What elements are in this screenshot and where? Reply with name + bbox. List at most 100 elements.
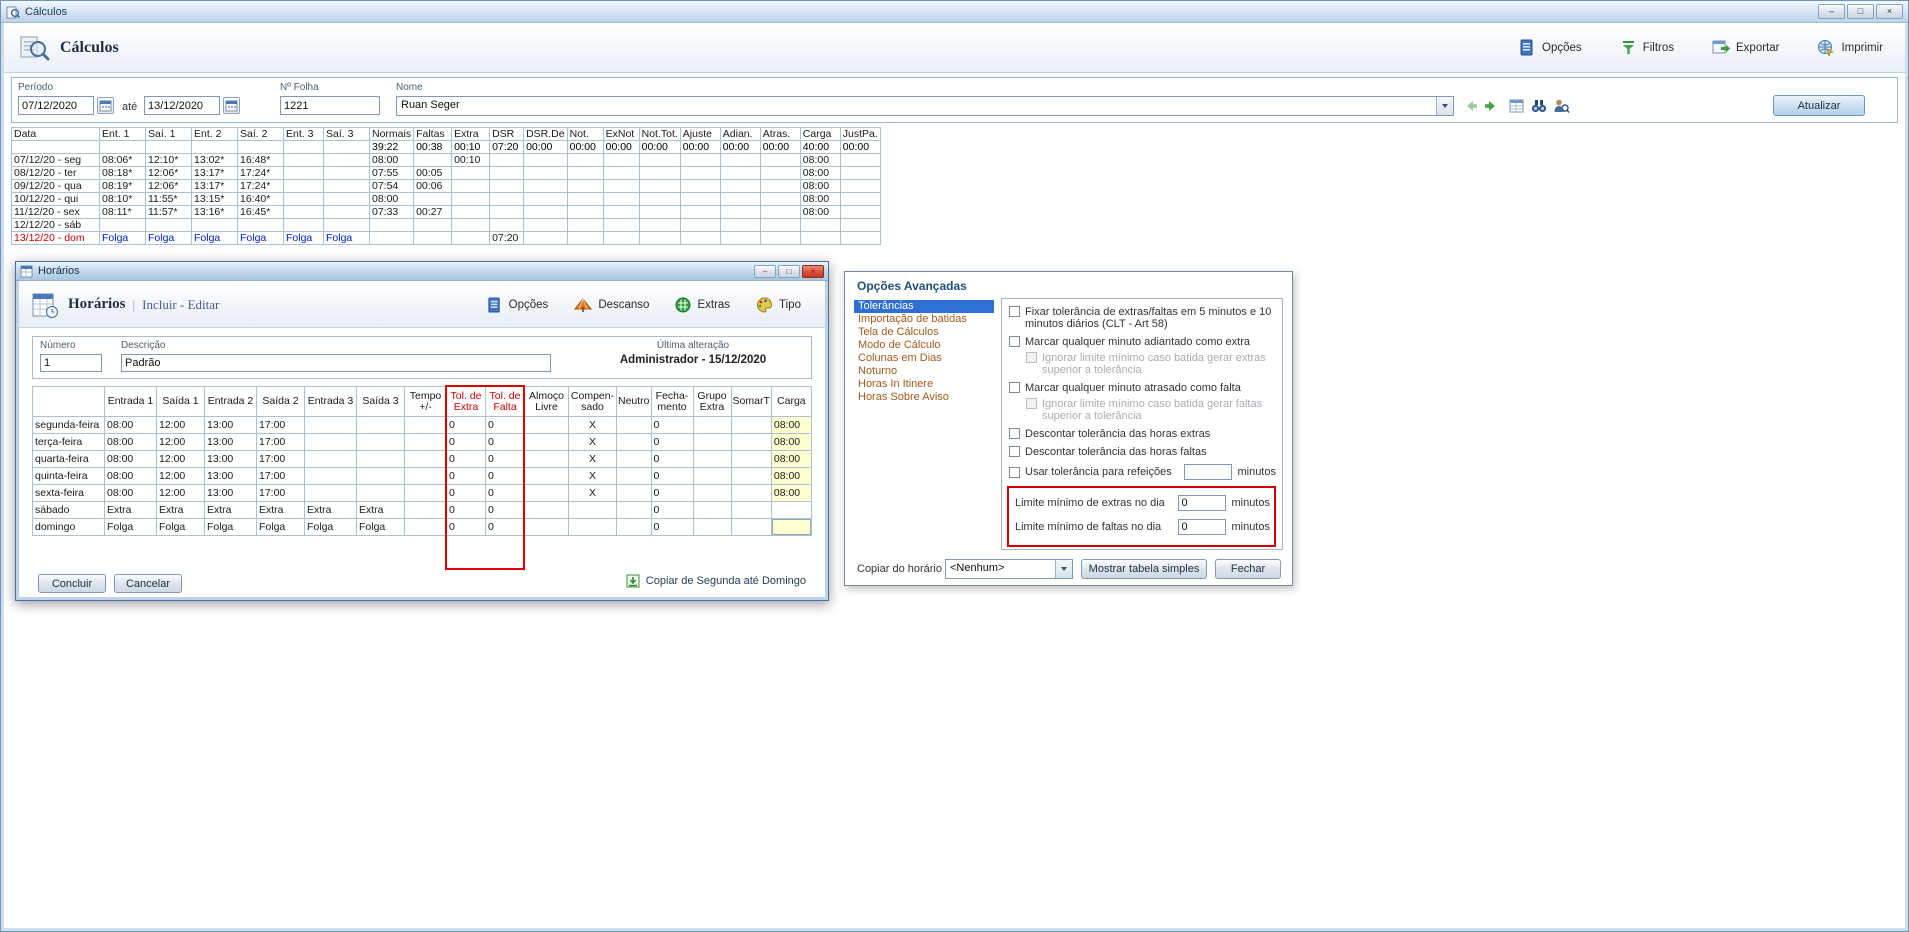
table-cell[interactable]: Extra — [305, 502, 357, 519]
table-cell[interactable]: 08:00 — [771, 468, 811, 485]
table-cell[interactable]: 09/12/20 - qua — [12, 180, 100, 193]
table-cell[interactable]: 08:00 — [105, 417, 157, 434]
table-cell[interactable] — [490, 206, 524, 219]
table-cell[interactable]: 08:06* — [100, 154, 146, 167]
table-cell[interactable]: 08:00 — [771, 485, 811, 502]
table-cell[interactable] — [524, 180, 568, 193]
table-cell[interactable]: 17:00 — [257, 485, 305, 502]
table-cell[interactable]: X — [569, 417, 617, 434]
table-cell[interactable]: 11/12/20 - sex — [12, 206, 100, 219]
table-cell[interactable]: 0 — [486, 417, 525, 434]
table-cell[interactable]: 12:10* — [146, 154, 192, 167]
table-cell[interactable]: 0 — [651, 468, 693, 485]
table-cell[interactable] — [693, 468, 731, 485]
table-cell[interactable]: sábado — [33, 502, 105, 519]
copiar-horario-combobox[interactable]: <Nenhum> — [945, 559, 1073, 579]
table-cell[interactable]: 08/12/20 - ter — [12, 167, 100, 180]
table-cell[interactable]: 0 — [486, 468, 525, 485]
table-cell[interactable] — [305, 468, 357, 485]
table-cell[interactable] — [680, 180, 720, 193]
table-cell[interactable]: 0 — [447, 451, 486, 468]
table-cell[interactable] — [720, 154, 760, 167]
table-cell[interactable] — [569, 502, 617, 519]
table-cell[interactable] — [567, 232, 603, 245]
table-cell[interactable]: 11:57* — [146, 206, 192, 219]
table-cell[interactable]: 17:00 — [257, 417, 305, 434]
table-cell[interactable]: 08:18* — [100, 167, 146, 180]
table-cell[interactable]: 17:24* — [238, 180, 284, 193]
table-cell[interactable] — [324, 180, 370, 193]
table-cell[interactable] — [840, 219, 880, 232]
table-cell[interactable] — [357, 434, 405, 451]
table-cell[interactable] — [840, 154, 880, 167]
table-cell[interactable] — [567, 154, 603, 167]
table-cell[interactable] — [414, 193, 452, 206]
table-cell[interactable] — [567, 219, 603, 232]
binoculars-icon[interactable] — [1530, 97, 1548, 115]
mostrar-tabela-button[interactable]: Mostrar tabela simples — [1081, 559, 1207, 579]
table-cell[interactable] — [731, 502, 771, 519]
table-cell[interactable] — [452, 232, 490, 245]
table-cell[interactable]: 13:17* — [192, 167, 238, 180]
nome-combobox[interactable]: Ruan Seger — [396, 96, 1454, 116]
table-cell[interactable] — [731, 519, 771, 536]
table-cell[interactable]: Folga — [305, 519, 357, 536]
table-cell[interactable]: 17:00 — [257, 451, 305, 468]
table-cell[interactable]: 0 — [447, 434, 486, 451]
table-cell[interactable]: 00:05 — [414, 167, 452, 180]
table-cell[interactable]: 08:00 — [800, 167, 840, 180]
table-cell[interactable]: 13:02* — [192, 154, 238, 167]
table-cell[interactable] — [603, 232, 639, 245]
table-cell[interactable] — [324, 141, 370, 154]
table-cell[interactable] — [639, 232, 680, 245]
table-cell[interactable] — [524, 206, 568, 219]
table-cell[interactable]: 08:00 — [771, 434, 811, 451]
table-cell[interactable]: segunda-feira — [33, 417, 105, 434]
table-cell[interactable]: 13/12/20 - dom — [12, 232, 100, 245]
table-cell[interactable]: Folga — [205, 519, 257, 536]
table-cell[interactable] — [100, 219, 146, 232]
table-cell[interactable]: 00:38 — [414, 141, 452, 154]
table-cell[interactable]: 07:54 — [370, 180, 414, 193]
table-cell[interactable] — [357, 451, 405, 468]
table-cell[interactable] — [760, 193, 800, 206]
table-cell[interactable] — [525, 485, 569, 502]
table-cell[interactable] — [405, 434, 447, 451]
type-button[interactable]: Tipo — [756, 297, 801, 313]
table-cell[interactable] — [452, 219, 490, 232]
table-cell[interactable]: 13:15* — [192, 193, 238, 206]
table-cell[interactable] — [525, 417, 569, 434]
table-cell[interactable] — [760, 232, 800, 245]
table-cell[interactable]: 13:00 — [205, 451, 257, 468]
table-cell[interactable] — [693, 502, 731, 519]
table-cell[interactable]: Folga — [192, 232, 238, 245]
table-cell[interactable]: Extra — [357, 502, 405, 519]
table-cell[interactable]: 0 — [651, 451, 693, 468]
table-cell[interactable]: 00:00 — [760, 141, 800, 154]
table-cell[interactable]: 08:00 — [105, 485, 157, 502]
table-cell[interactable] — [238, 219, 284, 232]
list-item-tolerancias[interactable]: Tolerâncias — [854, 300, 994, 313]
table-cell[interactable]: 08:00 — [771, 417, 811, 434]
table-cell[interactable] — [731, 451, 771, 468]
table-cell[interactable]: 00:00 — [567, 141, 603, 154]
table-cell[interactable] — [693, 417, 731, 434]
table-cell[interactable]: 07:33 — [370, 206, 414, 219]
combo-caret-icon[interactable] — [1436, 97, 1453, 115]
table-cell[interactable] — [490, 180, 524, 193]
table-cell[interactable]: 00:00 — [840, 141, 880, 154]
table-cell[interactable]: Extra — [157, 502, 205, 519]
table-cell[interactable] — [146, 141, 192, 154]
table-cell[interactable] — [405, 417, 447, 434]
table-cell[interactable] — [524, 193, 568, 206]
table-cell[interactable]: 0 — [651, 485, 693, 502]
table-cell[interactable] — [617, 485, 652, 502]
table-cell[interactable]: Extra — [105, 502, 157, 519]
table-cell[interactable] — [603, 154, 639, 167]
table-cell[interactable] — [569, 519, 617, 536]
table-cell[interactable] — [305, 485, 357, 502]
table-cell[interactable]: 0 — [447, 519, 486, 536]
table-cell[interactable] — [603, 180, 639, 193]
table-cell[interactable]: 07:20 — [490, 141, 524, 154]
table-cell[interactable]: 0 — [447, 485, 486, 502]
